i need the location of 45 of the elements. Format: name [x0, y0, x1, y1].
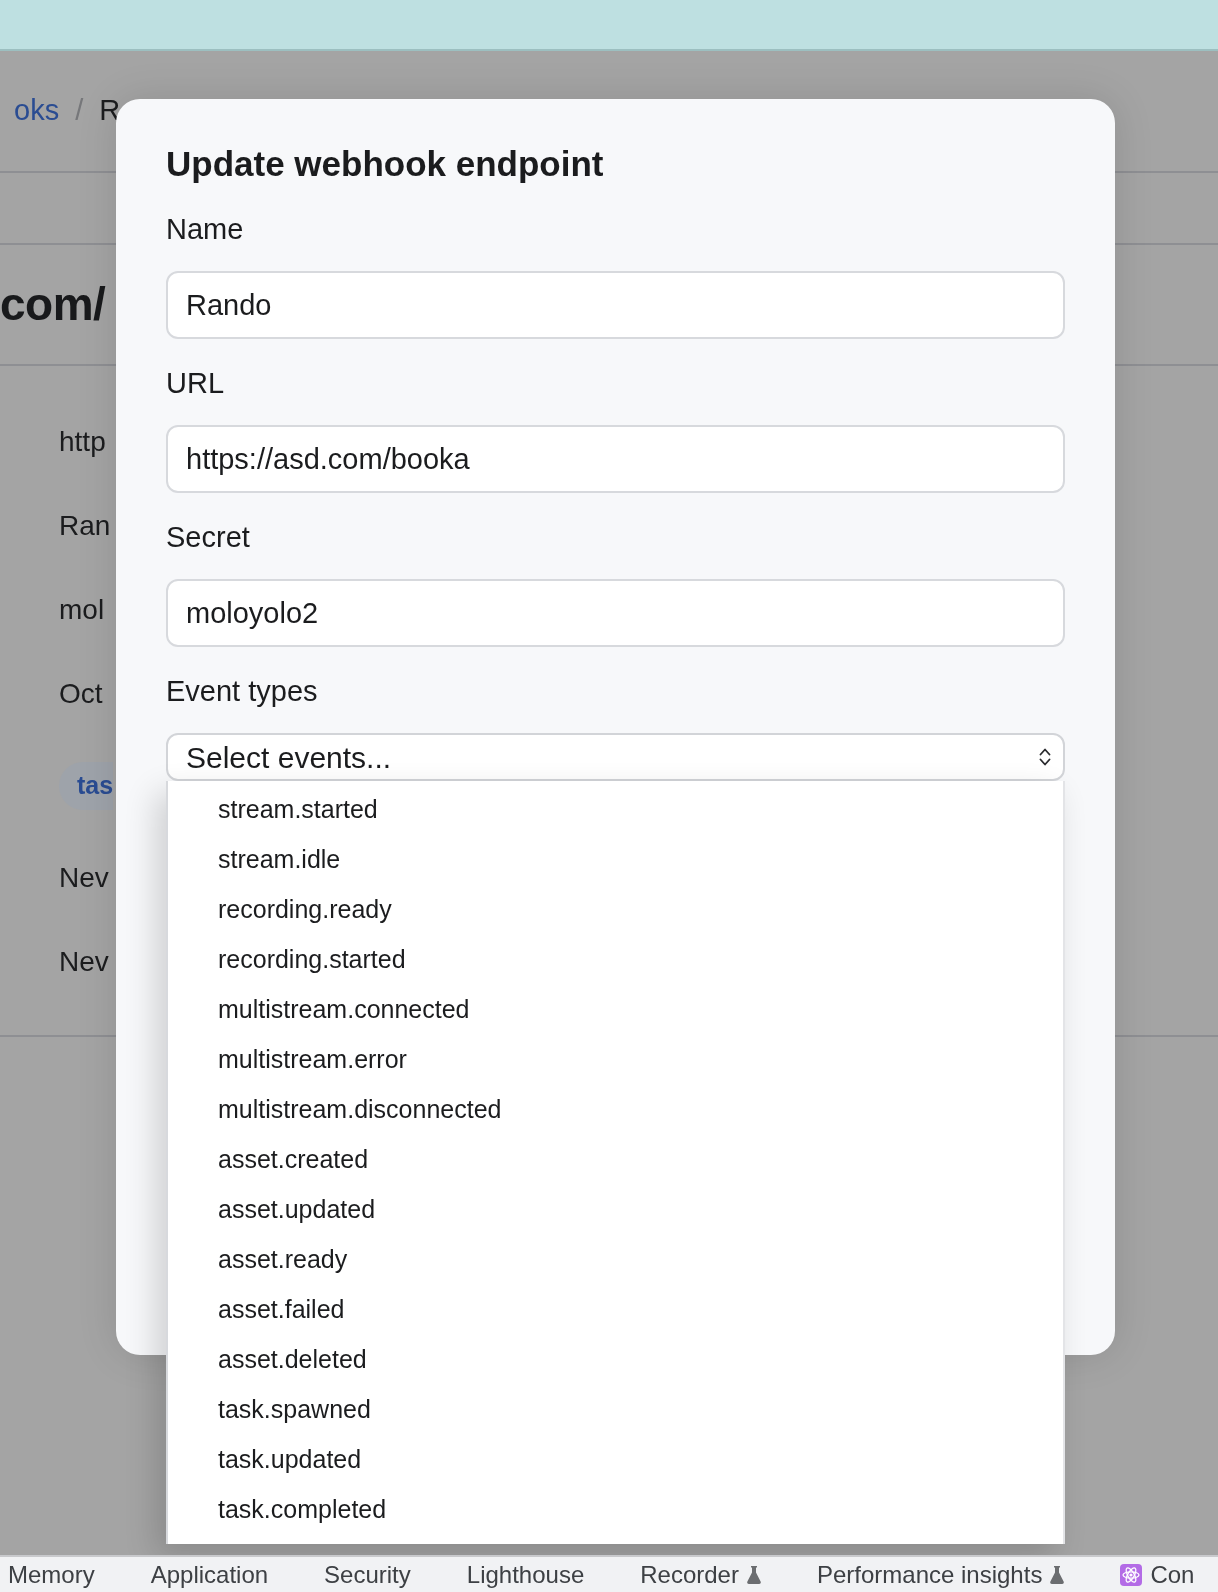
- dropdown-option[interactable]: stream.started: [168, 784, 1063, 834]
- page-heading: com/: [0, 277, 106, 332]
- dropdown-option[interactable]: recording.ready: [168, 884, 1063, 934]
- devtools-tab[interactable]: Security: [324, 1559, 411, 1590]
- tag-badge: tas: [59, 762, 114, 810]
- devtools-tab[interactable]: Memory: [8, 1559, 95, 1590]
- field-label: Name: [166, 212, 245, 246]
- dropdown-option[interactable]: multistream.connected: [168, 984, 1063, 1034]
- dropdown-option[interactable]: stream.idle: [168, 834, 1063, 884]
- field-label: Event types: [166, 674, 319, 708]
- dropdown-option[interactable]: task.spawned: [168, 1384, 1063, 1434]
- detail-text: Nev: [59, 861, 109, 895]
- text-field[interactable]: https://asd.com/booka: [166, 425, 1065, 493]
- event-select[interactable]: Select events...: [166, 733, 1065, 781]
- detail-text: http: [59, 425, 106, 459]
- text-field[interactable]: moloyolo2: [166, 579, 1065, 647]
- detail-text: Oct: [59, 677, 103, 711]
- dropdown-option[interactable]: recording.started: [168, 934, 1063, 984]
- devtools-tab[interactable]: Recorder: [640, 1559, 761, 1590]
- detail-text: Nev: [59, 945, 109, 979]
- detail-text: mol: [59, 593, 105, 627]
- dropdown-option[interactable]: asset.created: [168, 1134, 1063, 1184]
- detail-text: Ran: [59, 509, 111, 543]
- dropdown-option[interactable]: asset.ready: [168, 1234, 1063, 1284]
- dropdown-option[interactable]: asset.deleted: [168, 1334, 1063, 1384]
- devtools-tab[interactable]: Performance insights: [816, 1559, 1065, 1590]
- dropdown-option[interactable]: multistream.error: [168, 1034, 1063, 1084]
- devtools-tab[interactable]: Application: [150, 1559, 269, 1590]
- chevron-updown-icon: [1039, 747, 1051, 767]
- dropdown-option[interactable]: asset.updated: [168, 1184, 1063, 1234]
- field-label: URL: [166, 366, 225, 400]
- breadcrumb-separator: /: [75, 93, 84, 129]
- dropdown-option[interactable]: task.updated: [168, 1434, 1063, 1484]
- devtools-tab[interactable]: Lighthouse: [466, 1559, 585, 1590]
- flask-icon: [1050, 1565, 1065, 1584]
- flask-icon: [746, 1565, 761, 1584]
- breadcrumb-current: R: [99, 93, 121, 129]
- modal-title: Update webhook endpoint: [166, 143, 605, 185]
- dropdown-option[interactable]: asset.failed: [168, 1284, 1063, 1334]
- atom-icon: [1120, 1563, 1143, 1586]
- dropdown-option[interactable]: task.completed: [168, 1484, 1063, 1534]
- field-label: Secret: [166, 520, 251, 554]
- devtools-tab[interactable]: Con: [1120, 1559, 1195, 1590]
- dropdown-option[interactable]: multistream.disconnected: [168, 1084, 1063, 1134]
- text-field[interactable]: Rando: [166, 271, 1065, 339]
